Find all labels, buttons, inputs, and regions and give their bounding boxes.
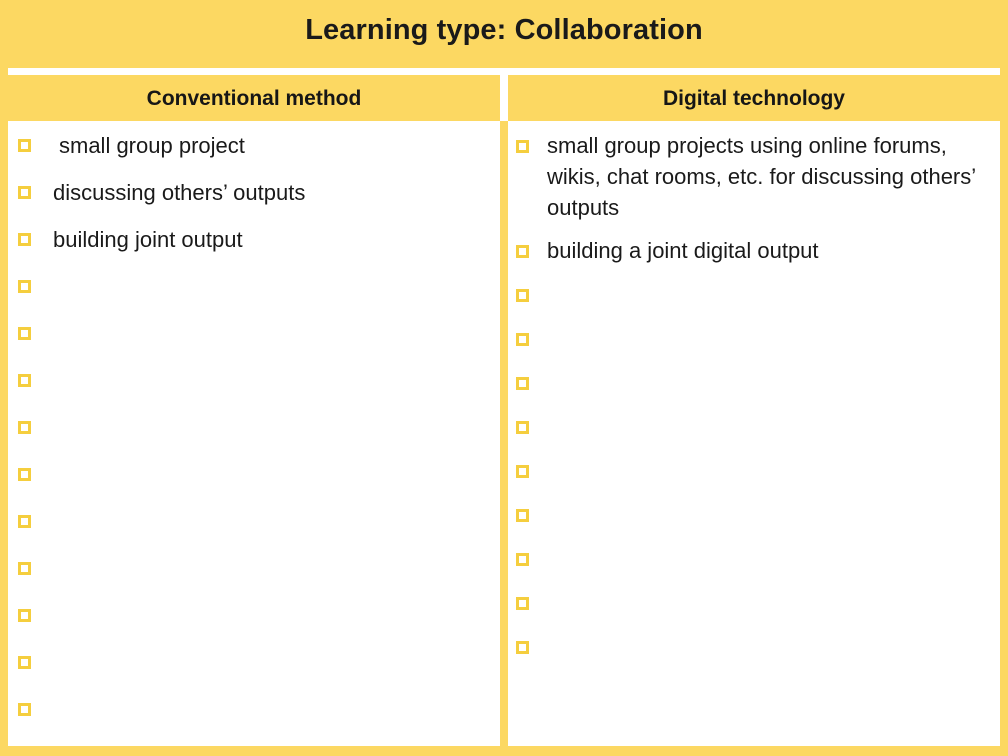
table-header-digital: Digital technology: [508, 75, 1000, 121]
table-header-conventional-label: Conventional method: [146, 86, 362, 110]
list-item: [516, 499, 986, 531]
list-item: building a joint digital output: [516, 235, 986, 267]
digital-bullet-list: small group projects using online forums…: [516, 130, 986, 663]
list-item-label: small group project: [59, 133, 245, 158]
list-item: small group project: [18, 130, 486, 162]
list-item: [18, 365, 486, 397]
square-bullet-icon: [516, 553, 529, 566]
list-item: [18, 553, 486, 585]
column-digital: small group projects using online forums…: [508, 121, 1000, 746]
table-header-row: Conventional method Digital technology: [8, 75, 1000, 121]
table-header-conventional: Conventional method: [8, 75, 500, 121]
list-item-label: building a joint digital output: [547, 238, 819, 263]
list-item-label: building joint output: [53, 227, 243, 252]
square-bullet-icon: [18, 374, 31, 387]
list-item: [18, 647, 486, 679]
square-bullet-icon: [516, 421, 529, 434]
header-divider: [500, 75, 508, 121]
square-bullet-icon: [18, 139, 31, 152]
list-item: [516, 543, 986, 575]
square-bullet-icon: [18, 703, 31, 716]
square-bullet-icon: [18, 186, 31, 199]
square-bullet-icon: [18, 233, 31, 246]
list-item-label: discussing others’ outputs: [53, 180, 306, 205]
square-bullet-icon: [18, 327, 31, 340]
square-bullet-icon: [516, 140, 529, 153]
conventional-bullet-list: small group project discussing others’ o…: [18, 130, 486, 726]
square-bullet-icon: [516, 333, 529, 346]
list-item: [18, 600, 486, 632]
list-item: [18, 412, 486, 444]
square-bullet-icon: [516, 509, 529, 522]
list-item: [18, 459, 486, 491]
list-item: [18, 271, 486, 303]
square-bullet-icon: [18, 421, 31, 434]
square-bullet-icon: [516, 377, 529, 390]
square-bullet-icon: [18, 468, 31, 481]
list-item: small group projects using online forums…: [516, 130, 986, 223]
list-item: [516, 279, 986, 311]
list-item: [18, 694, 486, 726]
square-bullet-icon: [516, 597, 529, 610]
square-bullet-icon: [18, 609, 31, 622]
square-bullet-icon: [516, 245, 529, 258]
square-bullet-icon: [18, 515, 31, 528]
list-item: [18, 318, 486, 350]
list-item: [516, 367, 986, 399]
list-item: building joint output: [18, 224, 486, 256]
square-bullet-icon: [516, 289, 529, 302]
list-item: [516, 631, 986, 663]
square-bullet-icon: [516, 641, 529, 654]
column-conventional: small group project discussing others’ o…: [8, 121, 500, 746]
list-item: [516, 411, 986, 443]
comparison-table: Conventional method Digital technology s…: [8, 68, 1000, 746]
list-item: [18, 506, 486, 538]
slide: Learning type: Collaboration Conventiona…: [0, 0, 1008, 756]
square-bullet-icon: [18, 562, 31, 575]
square-bullet-icon: [516, 465, 529, 478]
table-body: small group project discussing others’ o…: [8, 121, 1000, 746]
list-item: [516, 455, 986, 487]
list-item: [516, 323, 986, 355]
square-bullet-icon: [18, 656, 31, 669]
list-item-label: small group projects using online forums…: [547, 133, 976, 220]
list-item: discussing others’ outputs: [18, 177, 486, 209]
table-header-digital-label: Digital technology: [662, 86, 845, 110]
list-item: [516, 587, 986, 619]
page-title: Learning type: Collaboration: [305, 14, 703, 46]
square-bullet-icon: [18, 280, 31, 293]
